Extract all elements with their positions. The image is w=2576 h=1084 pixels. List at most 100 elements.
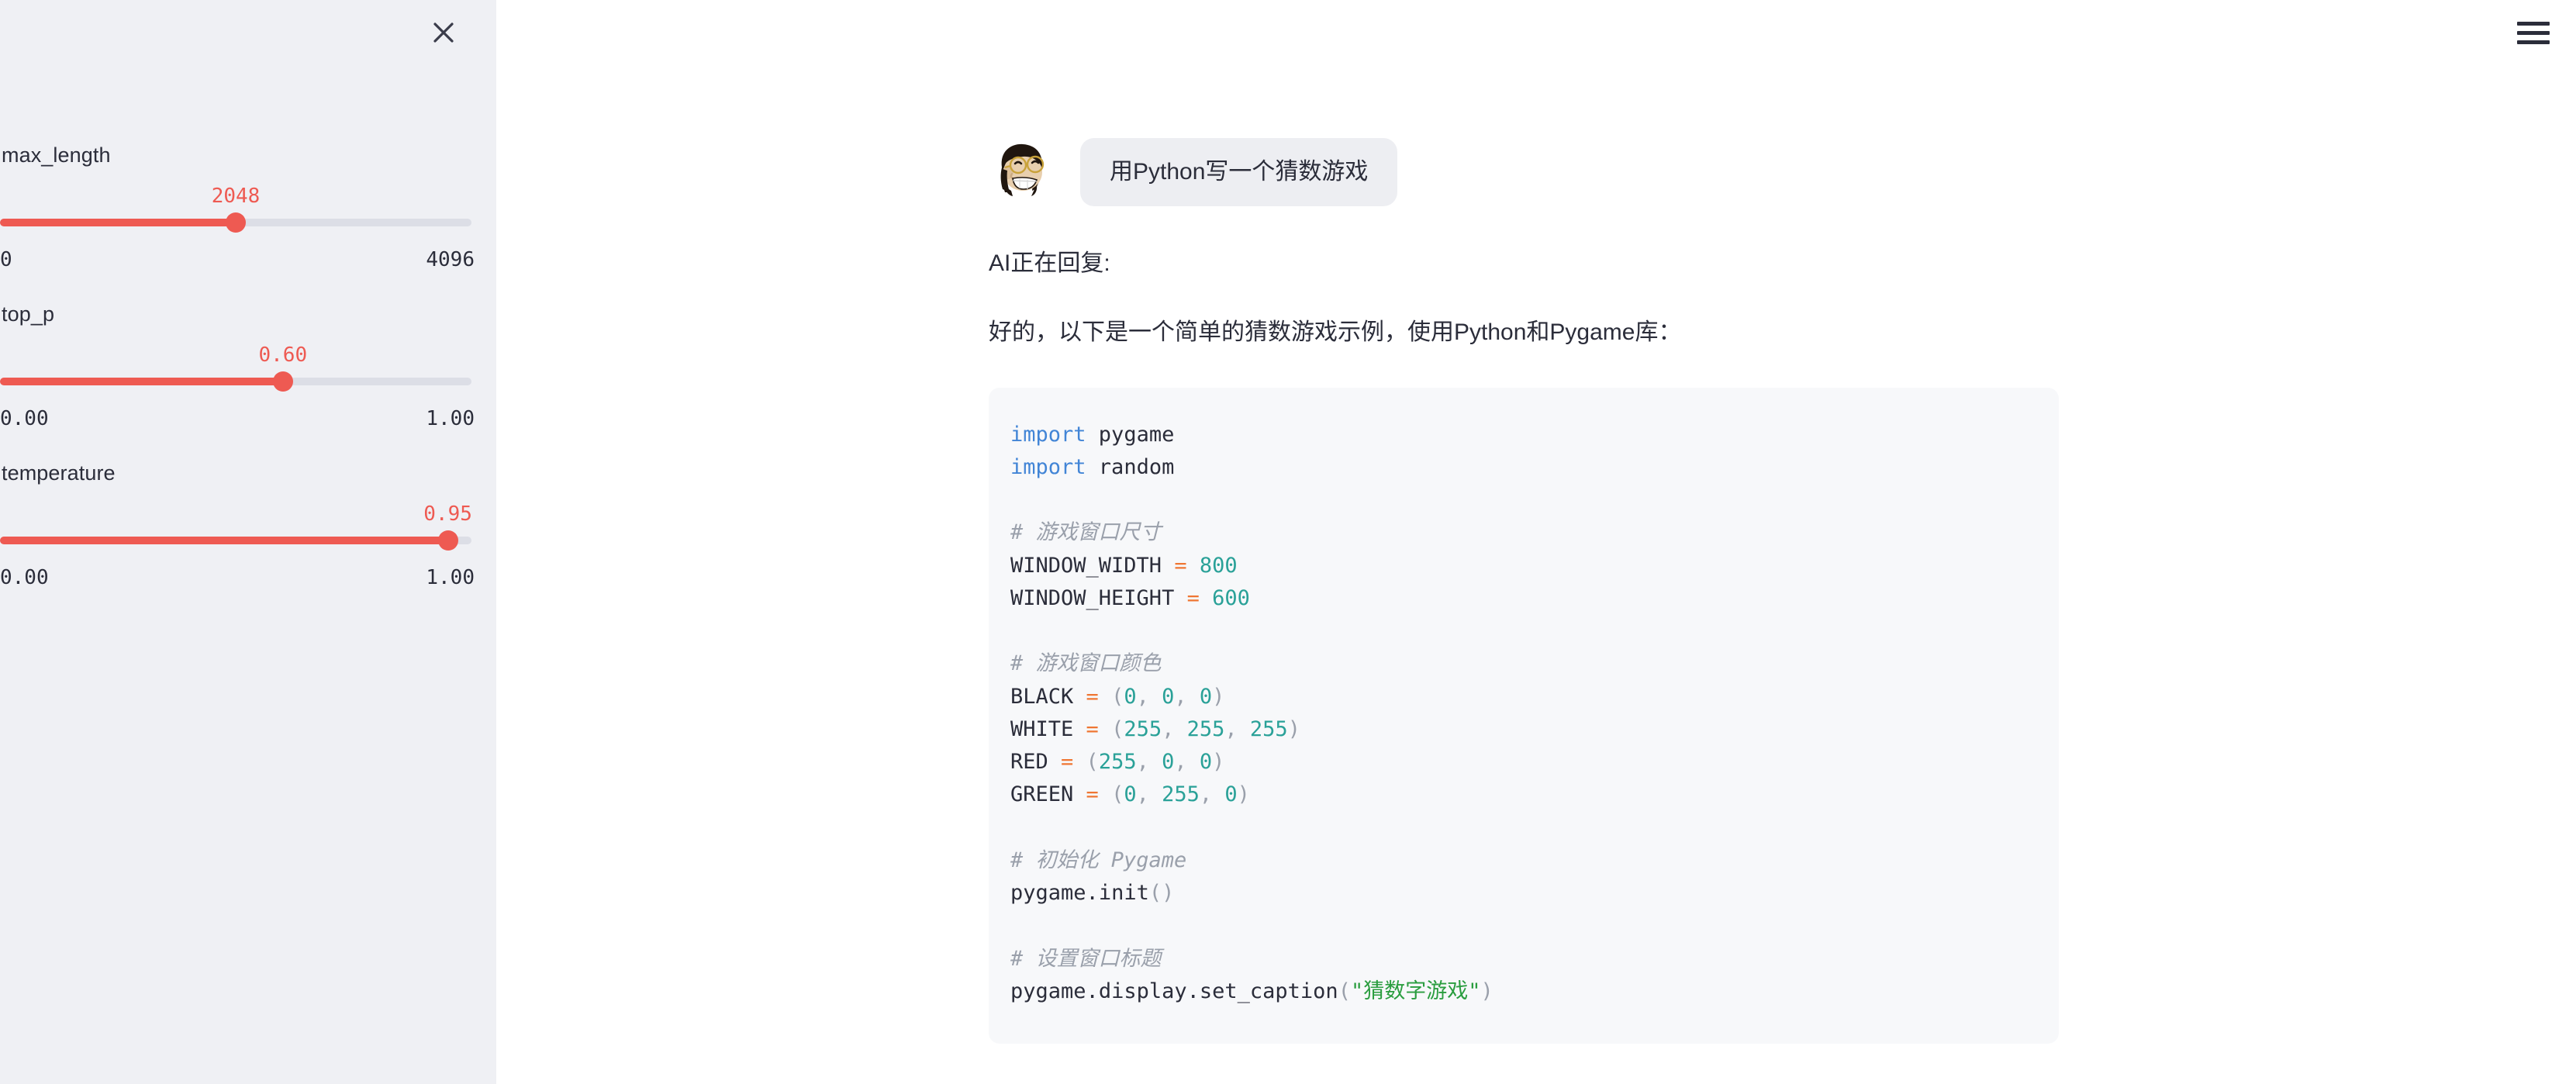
code-token: import [1010,454,1086,479]
code-token: 0 [1124,782,1137,807]
code-token: ( [1338,979,1351,1003]
code-token: ) [1212,684,1225,709]
code-token: = [1086,782,1099,807]
code-token: display [1098,979,1187,1003]
slider-bounds-top-p: 0.00 1.00 [0,407,475,430]
slider-bounds-max-length: 0 4096 [0,248,475,271]
code-token: , [1136,782,1162,807]
code-token: = [1174,553,1187,578]
code-token: = [1061,750,1074,774]
slider-min-temperature: 0.00 [0,566,49,589]
code-token: pygame [1010,979,1086,1003]
code-token: 800 [1199,553,1238,578]
code-token: WHITE [1010,716,1086,741]
slider-track-max-length[interactable] [0,212,471,233]
hamburger-menu-button[interactable] [2517,17,2554,48]
slider-group-max-length: max_length 2048 0 4096 [0,143,496,271]
conversation-thread: 用Python写一个猜数游戏 AI正在回复: 好的，以下是一个简单的猜数游戏示例… [989,0,2082,1044]
code-token: # 设置窗口标题 [1010,946,1162,971]
code-token: "猜数字游戏" [1350,979,1481,1003]
code-token: , [1174,684,1200,709]
code-token: = [1086,684,1099,709]
code-token: ) [1212,750,1225,774]
code-token: 0 [1162,750,1175,774]
code-token: 255 [1098,750,1137,774]
code-token: pygame [1010,881,1086,905]
code-token: 0 [1124,684,1137,709]
slider-track-top-p[interactable] [0,371,471,392]
slider-thumb-max-length[interactable] [226,212,246,233]
code-token: ) [1480,979,1493,1003]
code-token: # 游戏窗口颜色 [1010,651,1162,676]
code-content: import pygame import random # 游戏窗口尺寸 WIN… [1010,419,2059,1009]
code-token: WINDOW_WIDTH [1010,553,1175,578]
slider-min-top-p: 0.00 [0,407,49,430]
code-token: # 初始化 Pygame [1010,848,1187,872]
slider-max-length[interactable]: 2048 [0,185,471,233]
code-token: 600 [1212,585,1250,610]
slider-value-temperature: 0.95 [423,502,472,526]
slider-group-temperature: temperature 0.95 0.00 1.00 [0,461,496,589]
code-token: ( [1073,750,1099,774]
ai-status-text: AI正在回复: [989,250,1110,276]
code-token: ( [1098,716,1124,741]
code-token: , [1224,716,1250,741]
code-token: , [1136,684,1162,709]
slider-thumb-top-p[interactable] [272,371,293,392]
code-token: random [1086,454,1175,479]
code-token: , [1136,750,1162,774]
code-token: . [1086,979,1099,1003]
slider-max-temperature: 1.00 [426,566,475,589]
code-token: 0 [1199,750,1213,774]
code-token: init [1098,881,1149,905]
code-token: ( [1098,684,1124,709]
code-token: 255 [1162,782,1200,807]
hamburger-menu-icon [2517,21,2550,26]
hamburger-menu-icon [2517,40,2550,44]
code-token: WINDOW_HEIGHT [1010,585,1187,610]
code-token: . [1086,881,1099,905]
slider-fill-max-length [0,219,236,226]
code-token: 0 [1224,782,1238,807]
code-token: = [1086,716,1099,741]
slider-label-top-p: top_p [2,302,55,326]
code-token: 255 [1124,716,1162,741]
slider-top-p[interactable]: 0.60 [0,343,471,392]
code-token: ( [1098,782,1124,807]
slider-fill-top-p [0,378,283,385]
code-token: BLACK [1010,684,1086,709]
code-token: RED [1010,750,1062,774]
code-token: 255 [1186,716,1225,741]
slider-group-top-p: top_p 0.60 0.00 1.00 [0,302,496,430]
code-block: import pygame import random # 游戏窗口尺寸 WIN… [989,387,2059,1044]
code-token: () [1148,881,1175,905]
user-message-bubble: 用Python写一个猜数游戏 [1080,138,1398,206]
ai-intro-text: 好的，以下是一个简单的猜数游戏示例，使用Python和Pygame库： [989,319,1682,345]
slider-label-max-length: max_length [2,143,111,167]
code-token: 255 [1249,716,1288,741]
slider-track-temperature[interactable] [0,530,471,551]
code-token: , [1162,716,1187,741]
code-token: , [1174,750,1200,774]
user-avatar-icon [989,138,1052,202]
code-token: import [1010,422,1086,447]
slider-temperature[interactable]: 0.95 [0,502,472,551]
code-token: pygame [1086,422,1175,447]
slider-fill-temperature [0,537,448,544]
slider-label-temperature: temperature [2,461,116,485]
slider-value-top-p: 0.60 [258,343,308,367]
code-token: 0 [1199,684,1213,709]
code-token: 0 [1162,684,1175,709]
slider-min-max-length: 0 [0,248,12,271]
parameters-sidebar: max_length 2048 0 4096 top_p 0.60 0.00 1… [0,0,496,1084]
code-token: ) [1237,782,1250,807]
slider-thumb-temperature[interactable] [437,530,458,551]
code-token: , [1199,782,1225,807]
hamburger-menu-icon [2517,30,2550,35]
close-sidebar-button[interactable] [423,12,464,53]
slider-value-max-length: 2048 [211,185,261,208]
code-token: # 游戏窗口尺寸 [1010,520,1162,545]
slider-max-max-length: 4096 [426,248,475,271]
